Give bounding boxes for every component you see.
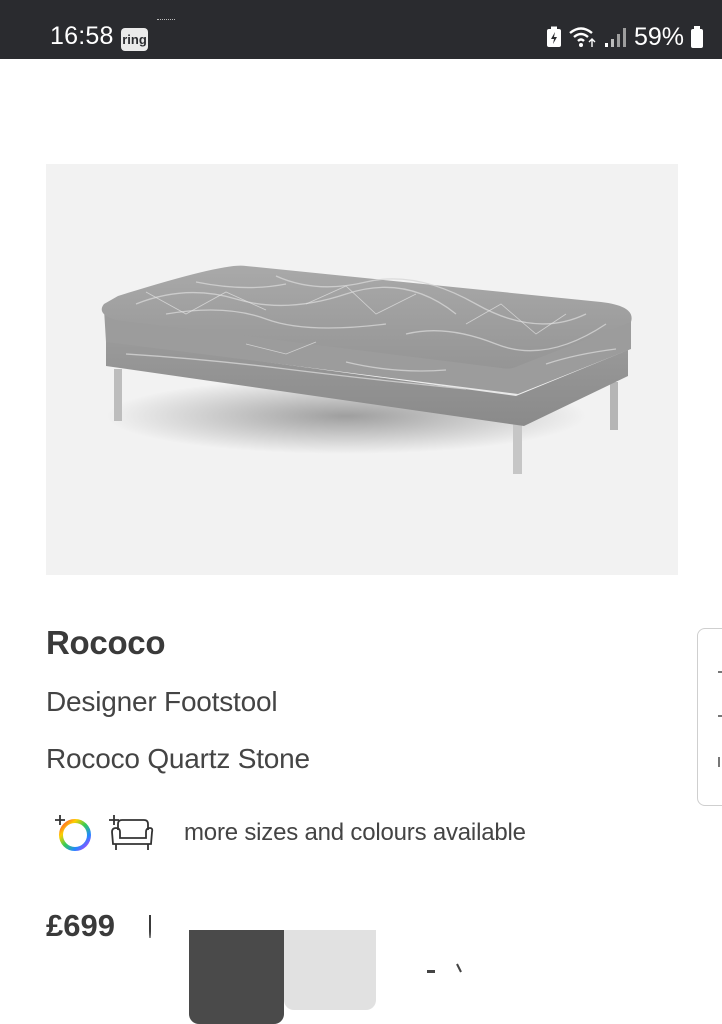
more-options-row[interactable]: more sizes and colours available: [52, 812, 526, 854]
product-type: Designer Footstool: [46, 686, 278, 717]
ring-app-icon: ring: [121, 28, 148, 51]
more-options-text: more sizes and colours available: [184, 819, 526, 846]
product-image[interactable]: [46, 164, 678, 575]
signal-icon: [604, 28, 626, 47]
battery-icon: [691, 26, 703, 48]
product-price: £699: [46, 908, 115, 943]
wifi-icon: [569, 27, 596, 47]
overlay-fragment: [95, 938, 195, 1006]
footstool-image: [101, 265, 632, 474]
overlay-button-dark[interactable]: [189, 930, 284, 1024]
product-colour: Rococo Quartz Stone: [46, 743, 310, 774]
battery-saver-icon: [546, 26, 561, 47]
overlay-button-light[interactable]: [284, 930, 376, 1010]
size-options-icon: [109, 815, 154, 850]
partial-text-fragment: [427, 963, 462, 973]
product-brand[interactable]: Rococo: [46, 624, 166, 662]
status-bar: 16:58 ring 59%: [0, 0, 722, 59]
battery-percent: 59%: [633, 22, 684, 51]
status-time: 16:58: [50, 22, 114, 50]
side-panel-card[interactable]: [697, 628, 722, 806]
colour-options-icon: [55, 815, 91, 851]
notification-dots: [157, 19, 175, 21]
status-icons: 59%: [546, 22, 704, 52]
